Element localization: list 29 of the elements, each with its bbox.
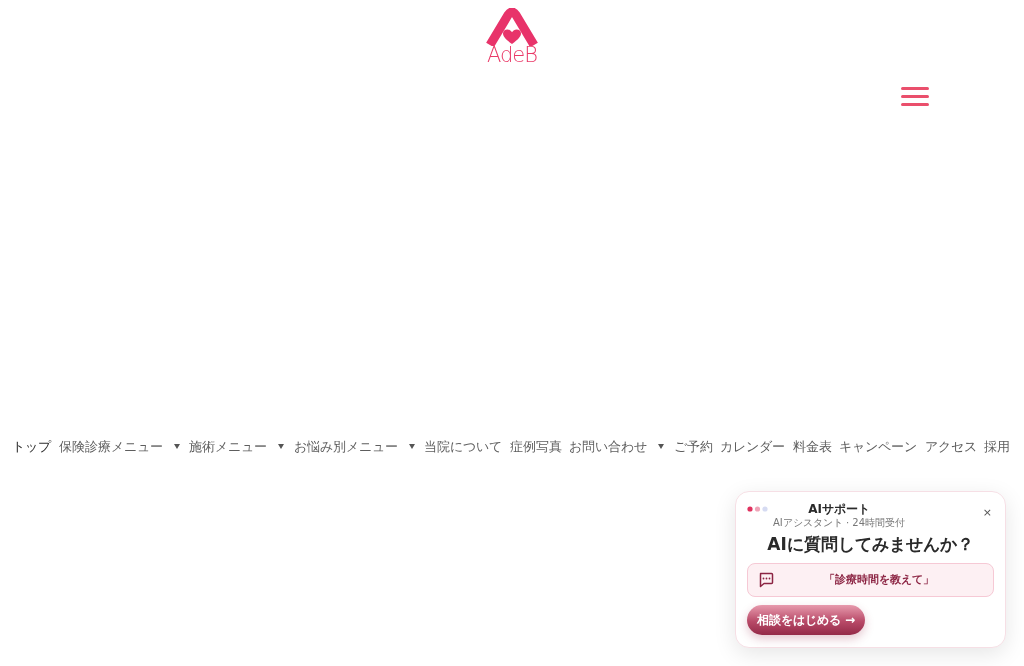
caret-icon <box>173 444 180 449</box>
nav-link[interactable]: 採用 <box>984 437 1010 457</box>
menu-button[interactable] <box>898 84 931 108</box>
chat-subtitle: AIアシスタント · 24時間受付 <box>773 516 906 529</box>
nav-link[interactable]: 料金表 <box>792 437 832 457</box>
nav-link[interactable]: 施術メニュー <box>189 437 286 457</box>
menu-icon <box>900 86 929 106</box>
nav-link[interactable]: 当院について <box>424 437 502 457</box>
nav-link[interactable]: 保険診療メニュー <box>58 437 182 457</box>
logo-text: AdeB <box>487 46 537 64</box>
nav-link[interactable]: キャンペーン <box>839 437 917 457</box>
logo-icon <box>486 8 538 46</box>
chat-icon <box>758 572 774 588</box>
caret-icon <box>278 444 284 449</box>
nav-link[interactable]: カレンダー <box>720 437 785 457</box>
close-button[interactable]: × <box>980 506 994 519</box>
suggestion-button[interactable]: 「診療時間を教えて」 <box>747 563 994 597</box>
chat-heading: AIに質問してみませんか？ <box>766 533 975 555</box>
nav-link[interactable]: お悩み別メニュー <box>293 437 417 457</box>
nav-link[interactable]: 症例写真 <box>509 437 562 457</box>
nav-link[interactable]: アクセス <box>924 437 977 457</box>
start-chat-button[interactable]: 相談をはじめる → <box>747 605 865 635</box>
nav-link[interactable]: トップ <box>12 437 51 457</box>
caret-icon <box>658 444 664 449</box>
dots-icon <box>747 506 768 512</box>
caret-icon <box>408 444 415 449</box>
nav-link[interactable]: お問い合わせ <box>569 437 666 457</box>
chat-title: AIサポート <box>808 502 870 516</box>
nav-link[interactable]: ご予約 <box>673 437 713 457</box>
